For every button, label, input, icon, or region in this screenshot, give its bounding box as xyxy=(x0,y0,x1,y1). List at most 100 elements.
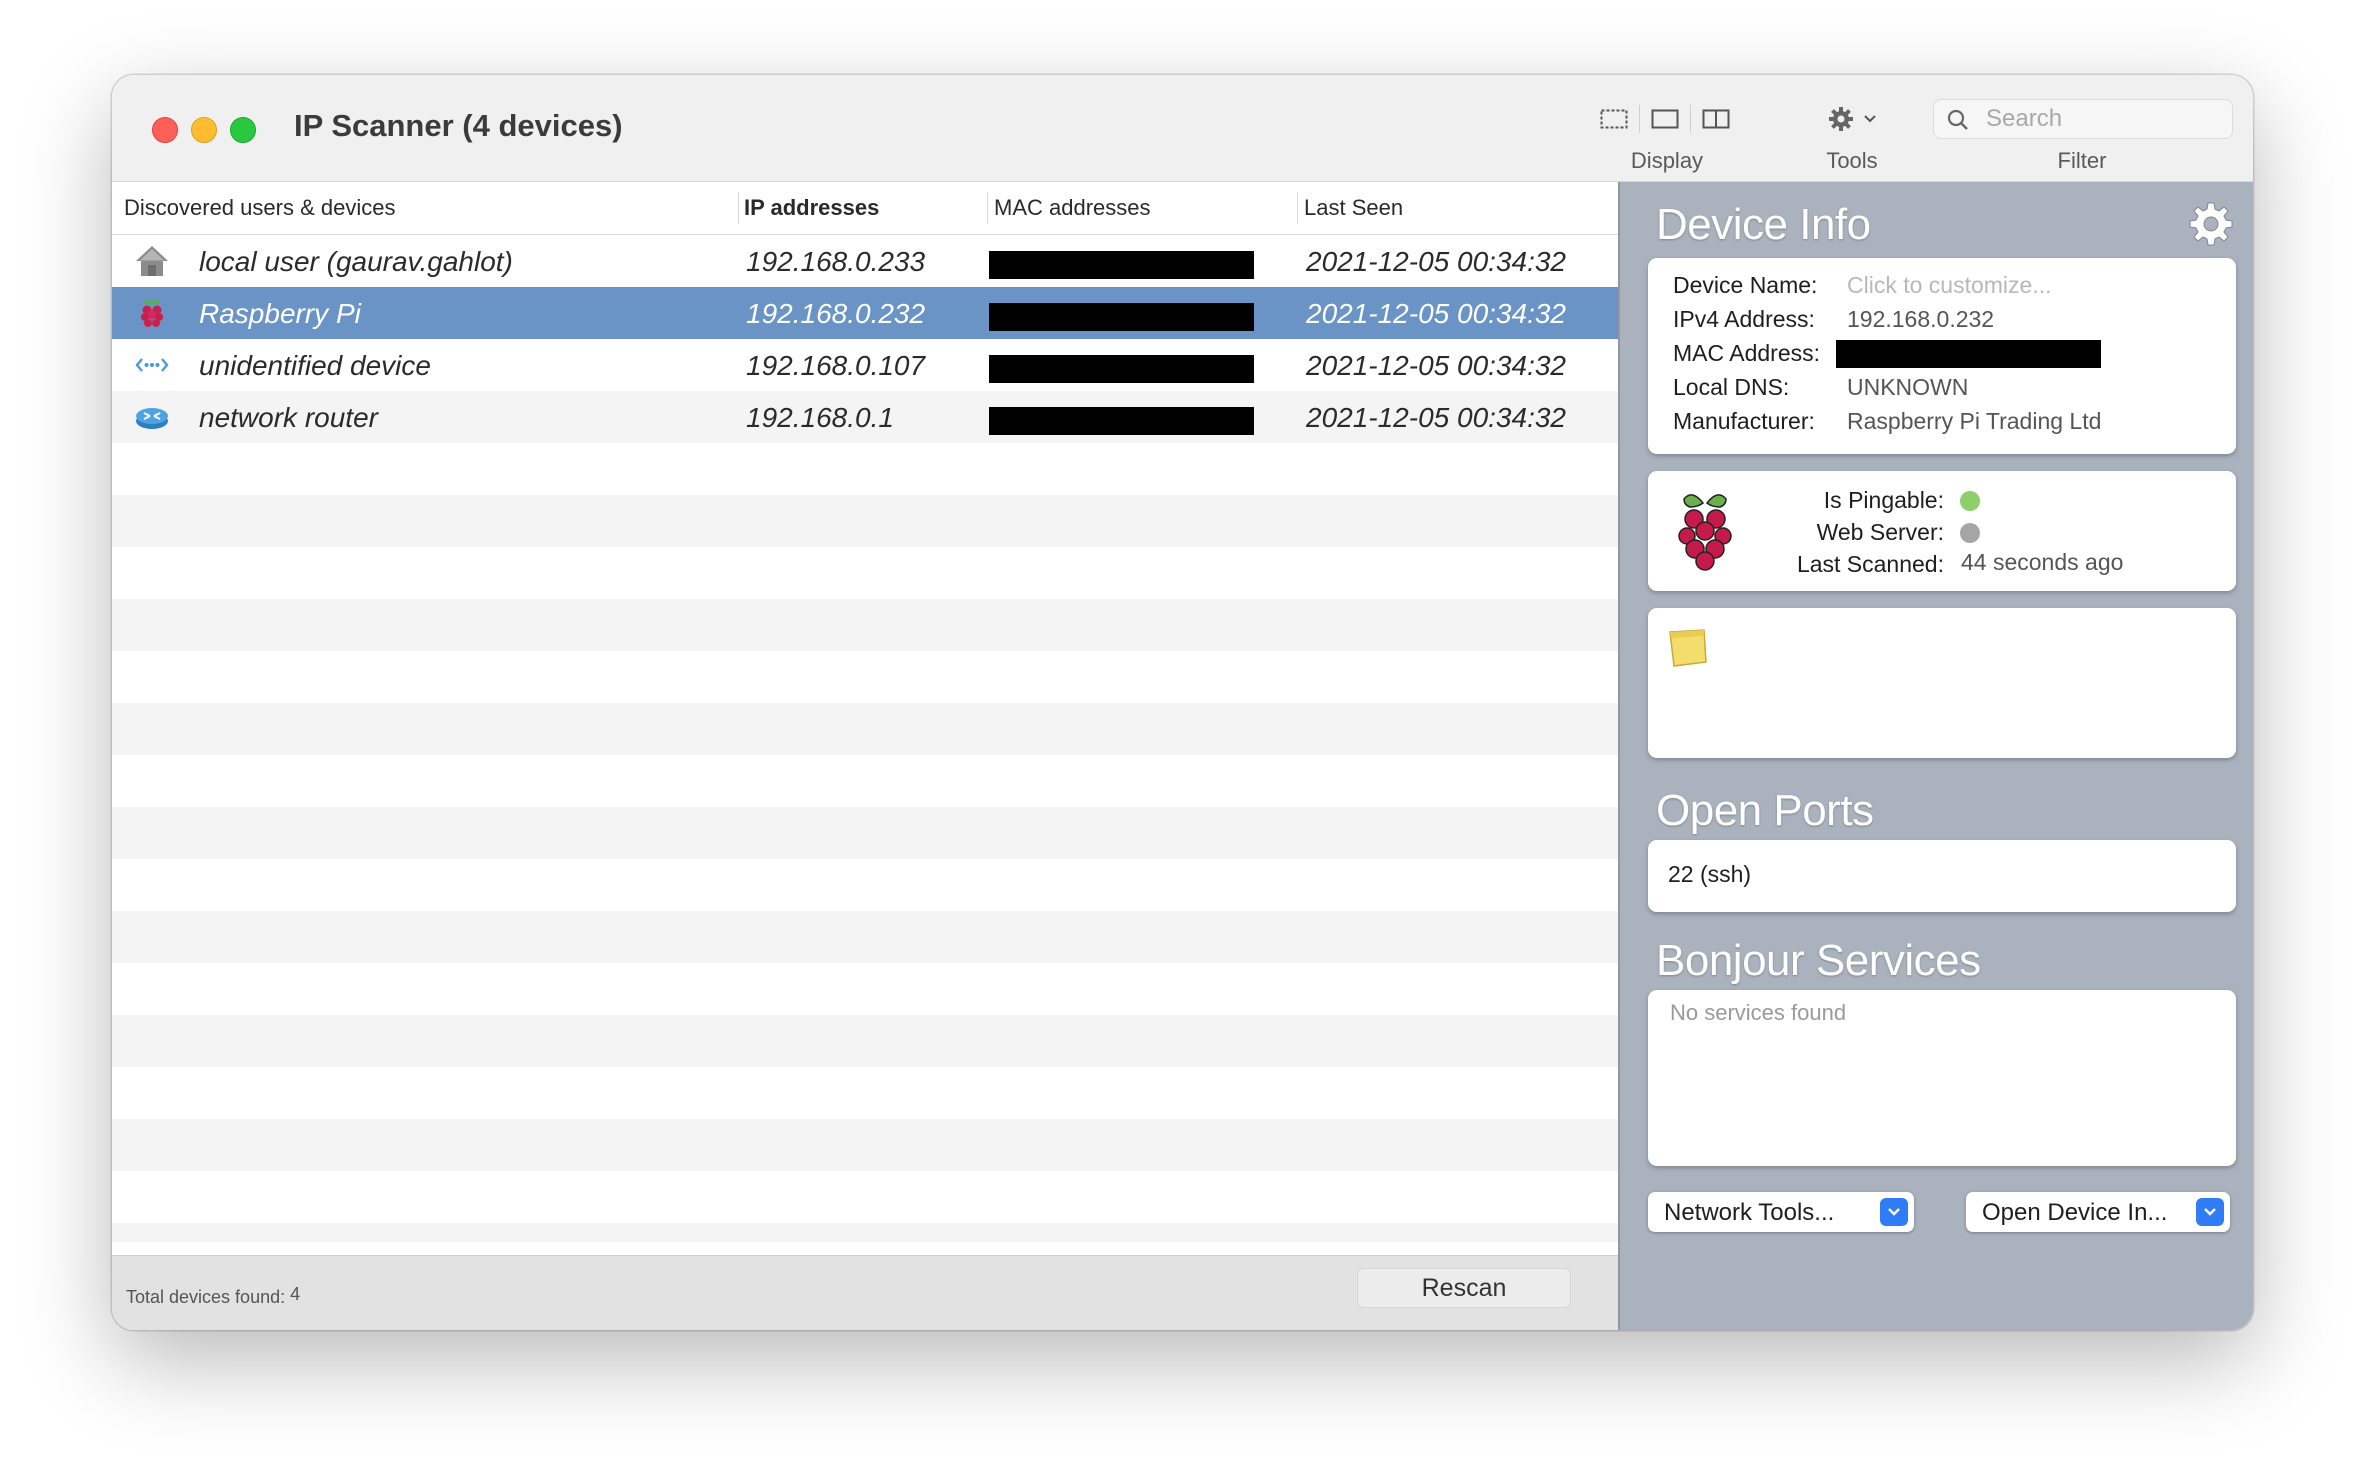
app-window: IP Scanner (4 devices) Display Tools Sea… xyxy=(112,75,2253,1330)
zoom-window-button[interactable] xyxy=(230,117,256,143)
notes-card[interactable] xyxy=(1648,608,2236,758)
device-last-seen: 2021-12-05 00:34:32 xyxy=(1306,350,1566,381)
empty-row xyxy=(112,1223,1618,1242)
ipv4-value: 192.168.0.232 xyxy=(1847,306,1995,332)
device-ip: 192.168.0.233 xyxy=(746,246,926,277)
raspberry-pi-icon xyxy=(141,299,163,327)
chevron-down-icon xyxy=(2196,1198,2224,1226)
table-row[interactable]: unidentified device 192.168.0.107 2021-1… xyxy=(112,339,1618,391)
search-input[interactable] xyxy=(1984,103,2224,135)
router-icon xyxy=(136,408,168,429)
table-row[interactable]: network router 192.168.0.1 2021-12-05 00… xyxy=(112,391,1618,443)
window-title: IP Scanner (4 devices) xyxy=(294,108,623,143)
empty-row xyxy=(112,755,1618,807)
bonjour-services-title: Bonjour Services xyxy=(1656,936,1981,985)
mac-redacted xyxy=(1836,340,2101,368)
toolbar-divider xyxy=(1690,105,1691,133)
empty-row xyxy=(112,443,1618,495)
empty-row xyxy=(112,651,1618,703)
last-scanned-value: 44 seconds ago xyxy=(1961,549,2124,575)
minimize-window-button[interactable] xyxy=(191,117,217,143)
empty-row xyxy=(112,859,1618,911)
device-name: local user (gaurav.gahlot) xyxy=(199,246,513,277)
device-last-seen: 2021-12-05 00:34:32 xyxy=(1306,298,1566,329)
open-device-in-dropdown[interactable]: Open Device In... xyxy=(1966,1192,2230,1232)
device-name-label: Device Name: xyxy=(1673,272,1818,298)
pingable-status-dot xyxy=(1960,491,1980,511)
list-only-icon xyxy=(1600,109,1628,129)
empty-row xyxy=(112,963,1618,1015)
table-row-selected[interactable]: Raspberry Pi 192.168.0.232 2021-12-05 00… xyxy=(112,287,1618,339)
empty-row xyxy=(112,547,1618,599)
mac-redacted xyxy=(989,303,1254,331)
settings-gear-icon[interactable] xyxy=(2187,200,2235,248)
display-single-pane-button[interactable] xyxy=(1650,106,1680,132)
column-separator[interactable] xyxy=(1297,192,1298,224)
search-icon xyxy=(1947,109,1968,130)
gear-icon xyxy=(1829,107,1853,131)
open-ports-title: Open Ports xyxy=(1656,786,1874,835)
column-header-ip[interactable]: IP addresses xyxy=(744,195,879,221)
open-port-item: 22 (ssh) xyxy=(1668,861,1752,887)
mac-redacted xyxy=(989,251,1254,279)
toolbar-divider xyxy=(1639,105,1640,133)
device-last-seen: 2021-12-05 00:34:32 xyxy=(1306,402,1566,433)
device-status-card: Is Pingable: Web Server: Last Scanned: 4… xyxy=(1648,471,2236,591)
display-label: Display xyxy=(1630,148,1704,173)
display-list-only-button[interactable] xyxy=(1599,106,1629,132)
device-table-body: local user (gaurav.gahlot) 192.168.0.233… xyxy=(112,235,1618,1242)
device-ip: 192.168.0.1 xyxy=(746,402,894,433)
empty-row xyxy=(112,1067,1618,1119)
status-bar: Total devices found: 4 Rescan xyxy=(112,1255,1618,1330)
network-tools-dropdown[interactable]: Network Tools... xyxy=(1648,1192,1914,1232)
device-name-field[interactable]: Click to customize... xyxy=(1847,272,2052,299)
column-separator[interactable] xyxy=(987,192,988,224)
mac-label: MAC Address: xyxy=(1673,340,1820,366)
bonjour-services-card: No services found xyxy=(1648,990,2236,1166)
device-ip: 192.168.0.107 xyxy=(746,350,926,381)
open-ports-card: 22 (ssh) xyxy=(1648,840,2236,912)
web-server-status-dot xyxy=(1960,523,1980,543)
search-field[interactable] xyxy=(1933,99,2233,139)
filter-label: Filter xyxy=(2057,148,2107,173)
empty-row xyxy=(112,1119,1618,1171)
total-devices-count: 4 xyxy=(290,1284,301,1304)
network-tools-label: Network Tools... xyxy=(1664,1199,1835,1226)
column-header-last-seen[interactable]: Last Seen xyxy=(1304,195,1403,221)
raspberry-pi-logo-icon xyxy=(1678,494,1732,571)
sticky-note-icon xyxy=(1669,629,1707,667)
single-pane-icon xyxy=(1651,109,1679,129)
titlebar: IP Scanner (4 devices) Display Tools Sea… xyxy=(112,75,2253,182)
manufacturer-label: Manufacturer: xyxy=(1673,408,1815,434)
table-row[interactable]: local user (gaurav.gahlot) 192.168.0.233… xyxy=(112,235,1618,287)
empty-row xyxy=(112,599,1618,651)
device-name: Raspberry Pi xyxy=(199,298,361,329)
web-server-label: Web Server: xyxy=(1816,519,1944,545)
no-services-text: No services found xyxy=(1670,1000,1847,1025)
display-split-pane-button[interactable] xyxy=(1701,106,1731,132)
column-header-mac[interactable]: MAC addresses xyxy=(994,195,1151,221)
close-window-button[interactable] xyxy=(152,117,178,143)
device-ip: 192.168.0.232 xyxy=(746,298,926,329)
home-icon xyxy=(136,246,168,276)
column-separator[interactable] xyxy=(738,192,739,224)
table-header: Discovered users & devices IP addresses … xyxy=(112,182,1618,235)
is-pingable-label: Is Pingable: xyxy=(1823,487,1944,513)
column-header-devices[interactable]: Discovered users & devices xyxy=(124,195,395,221)
rescan-button[interactable]: Rescan xyxy=(1357,1268,1571,1308)
local-dns-value: UNKNOWN xyxy=(1847,374,1969,400)
empty-row xyxy=(112,911,1618,963)
total-devices-label: Total devices found: xyxy=(126,1287,286,1307)
ipv4-label: IPv4 Address: xyxy=(1673,306,1815,332)
manufacturer-value: Raspberry Pi Trading Ltd xyxy=(1847,408,2102,434)
open-device-in-label: Open Device In... xyxy=(1982,1199,2168,1226)
chevron-down-icon xyxy=(1864,115,1876,123)
chevron-down-icon xyxy=(1880,1198,1908,1226)
mac-redacted xyxy=(989,407,1254,435)
empty-row xyxy=(112,1171,1618,1223)
empty-row xyxy=(112,807,1618,859)
tools-menu-button[interactable] xyxy=(1822,106,1882,132)
device-details-card: Device Name: Click to customize... IPv4 … xyxy=(1648,258,2236,454)
device-info-title: Device Info xyxy=(1656,200,1871,249)
mac-redacted xyxy=(989,355,1254,383)
